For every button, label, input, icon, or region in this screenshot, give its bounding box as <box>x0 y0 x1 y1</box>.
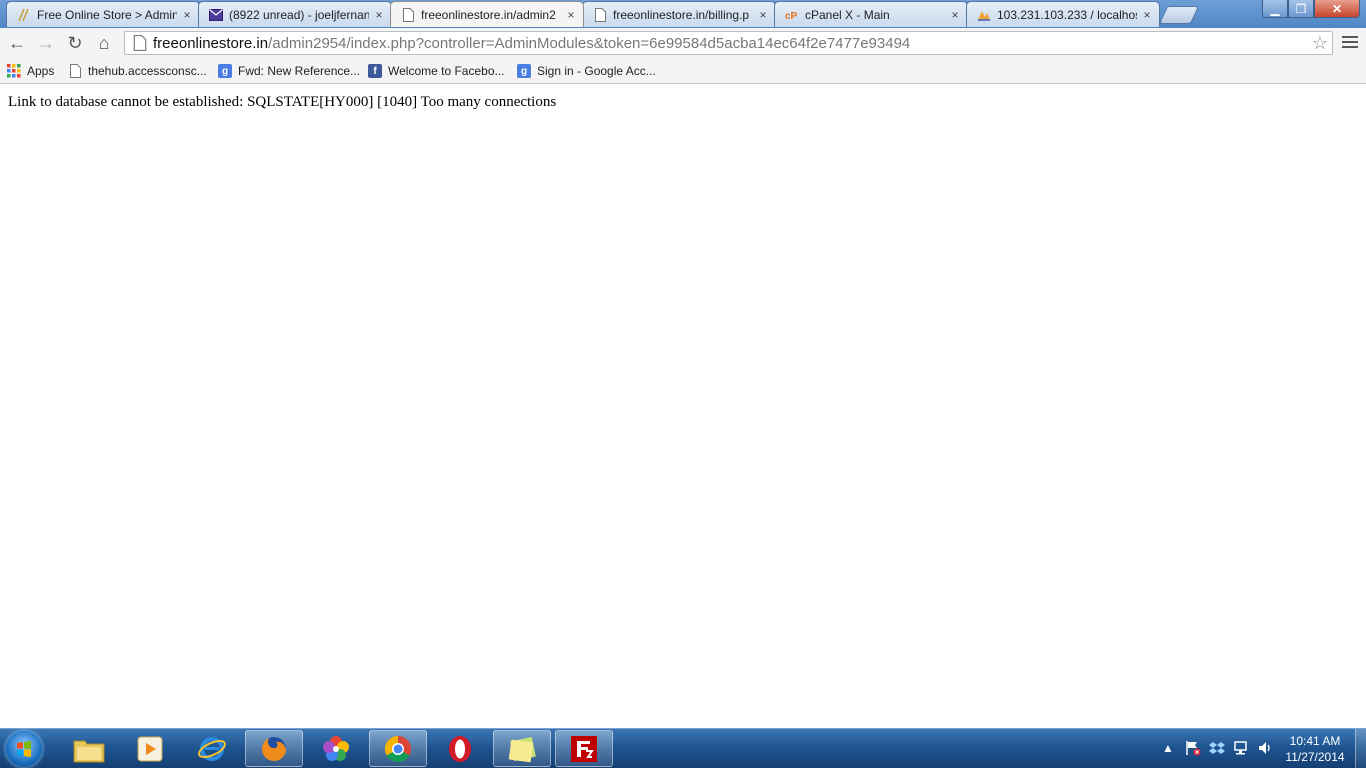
windows-logo-icon <box>17 741 31 757</box>
apps-icon <box>7 64 21 78</box>
tab-title: freeonlinestore.in/admin2 <box>421 7 556 22</box>
bookmark-label: Sign in - Google Acc... <box>537 64 656 78</box>
windows-taskbar: ▲ 10:41 AM 11/27/2014 <box>0 728 1366 768</box>
address-bar[interactable]: freeonlinestore.in/admin2954/index.php?c… <box>124 31 1333 55</box>
sticky-notes-icon <box>508 736 536 762</box>
maximize-button[interactable]: ❐ <box>1288 0 1314 18</box>
svg-text:cP: cP <box>785 11 798 21</box>
bookmarks-bar: Apps thehub.accessconsc... g Fwd: New Re… <box>0 58 1366 84</box>
tab-close-icon[interactable]: × <box>949 8 961 22</box>
url-host: freeonlinestore.in <box>153 34 269 52</box>
tab-strip: Free Online Store > Admin × (8922 unread… <box>0 0 1366 28</box>
bookmark-star-icon[interactable]: ☆ <box>1312 33 1328 54</box>
page-icon <box>401 7 415 22</box>
tab-title: (8922 unread) - joeljfernan <box>229 7 369 22</box>
taskbar-explorer[interactable] <box>60 730 118 767</box>
internet-explorer-icon <box>198 736 226 761</box>
clock-time: 10:41 AM <box>1289 734 1341 748</box>
mail-icon <box>209 8 223 22</box>
opera-icon <box>449 735 471 762</box>
window-controls: ▁ ❐ ✕ <box>1262 0 1360 18</box>
tab-title: 103.231.103.233 / localhost <box>997 7 1137 22</box>
chrome-icon <box>384 735 411 762</box>
taskbar-chrome[interactable] <box>369 730 427 767</box>
tab-close-icon[interactable]: × <box>1141 8 1153 22</box>
tab-phpmyadmin-localhost[interactable]: 103.231.103.233 / localhost × <box>966 1 1160 27</box>
google-icon: g <box>517 64 531 78</box>
taskbar-sticky-notes[interactable] <box>493 730 551 767</box>
tab-mail-unread[interactable]: (8922 unread) - joeljfernan × <box>198 1 392 27</box>
page-icon <box>133 35 147 51</box>
taskbar-internet-explorer[interactable] <box>183 730 241 767</box>
page-icon <box>68 64 82 78</box>
show-desktop-button[interactable] <box>1355 729 1366 768</box>
tab-cpanel-main[interactable]: cP cPanel X - Main × <box>774 1 968 27</box>
start-button[interactable] <box>6 731 42 767</box>
prestashop-icon <box>17 8 31 22</box>
url-path: /admin2954/index.php?controller=AdminMod… <box>268 34 911 52</box>
volume-icon[interactable] <box>1256 739 1274 757</box>
bookmark-apps[interactable]: Apps <box>7 62 54 80</box>
filezilla-icon <box>571 735 597 762</box>
picasa-icon <box>323 735 349 761</box>
facebook-icon: f <box>368 64 382 78</box>
page-content: Link to database cannot be established: … <box>0 85 1366 728</box>
phpmyadmin-icon <box>977 8 991 22</box>
bookmark-label: Fwd: New Reference... <box>238 64 361 78</box>
new-tab-button[interactable] <box>1158 6 1200 24</box>
taskbar-opera[interactable] <box>431 730 489 767</box>
action-center-flag-icon[interactable] <box>1184 739 1202 757</box>
tab-freeonlinestore-admin[interactable]: freeonlinestore.in/admin2 × <box>390 1 584 27</box>
taskbar-media-player[interactable] <box>121 730 179 767</box>
tab-title: cPanel X - Main <box>805 7 890 22</box>
chrome-menu-icon[interactable] <box>1342 33 1358 53</box>
tab-title: Free Online Store > Admin <box>37 7 177 22</box>
firefox-icon <box>261 736 286 761</box>
system-clock[interactable]: 10:41 AM 11/27/2014 <box>1278 733 1352 765</box>
dropbox-icon[interactable] <box>1208 739 1226 757</box>
media-player-icon <box>137 736 163 761</box>
tab-freeonlinestore-billing[interactable]: freeonlinestore.in/billing.p × <box>582 1 776 27</box>
show-hidden-icons-button[interactable]: ▲ <box>1162 739 1174 757</box>
taskbar-firefox[interactable] <box>245 730 303 767</box>
network-icon[interactable] <box>1232 739 1250 757</box>
taskbar-picasa[interactable] <box>307 730 365 767</box>
reload-button[interactable]: ↻ <box>64 33 86 53</box>
database-error-message: Link to database cannot be established: … <box>8 94 557 110</box>
tab-close-icon[interactable]: × <box>757 8 769 22</box>
taskbar-filezilla[interactable] <box>555 730 613 767</box>
back-button[interactable]: ← <box>6 33 28 53</box>
tab-close-icon[interactable]: × <box>565 8 577 22</box>
tab-close-icon[interactable]: × <box>373 8 385 22</box>
bookmark-label: thehub.accessconsc... <box>88 64 207 78</box>
tab-close-icon[interactable]: × <box>181 8 193 22</box>
explorer-icon <box>73 740 105 762</box>
bookmark-fwd-new-reference[interactable]: g Fwd: New Reference... <box>218 62 360 80</box>
tab-free-online-store-admin[interactable]: Free Online Store > Admin × <box>6 1 200 27</box>
bookmark-facebook[interactable]: f Welcome to Facebo... <box>368 62 505 80</box>
tab-title: freeonlinestore.in/billing.p <box>613 7 750 22</box>
bookmark-label: Welcome to Facebo... <box>388 64 505 78</box>
bookmark-google-sign-in[interactable]: g Sign in - Google Acc... <box>517 62 656 80</box>
close-window-button[interactable]: ✕ <box>1314 0 1360 18</box>
home-button[interactable]: ⌂ <box>93 33 115 53</box>
cpanel-icon: cP <box>785 8 799 22</box>
minimize-button[interactable]: ▁ <box>1262 0 1288 18</box>
page-icon <box>593 7 607 22</box>
clock-date: 11/27/2014 <box>1285 750 1345 764</box>
bookmark-label: Apps <box>27 64 55 78</box>
bookmark-thehub[interactable]: thehub.accessconsc... <box>68 62 207 80</box>
google-icon: g <box>218 64 232 78</box>
forward-button[interactable]: → <box>35 33 57 53</box>
